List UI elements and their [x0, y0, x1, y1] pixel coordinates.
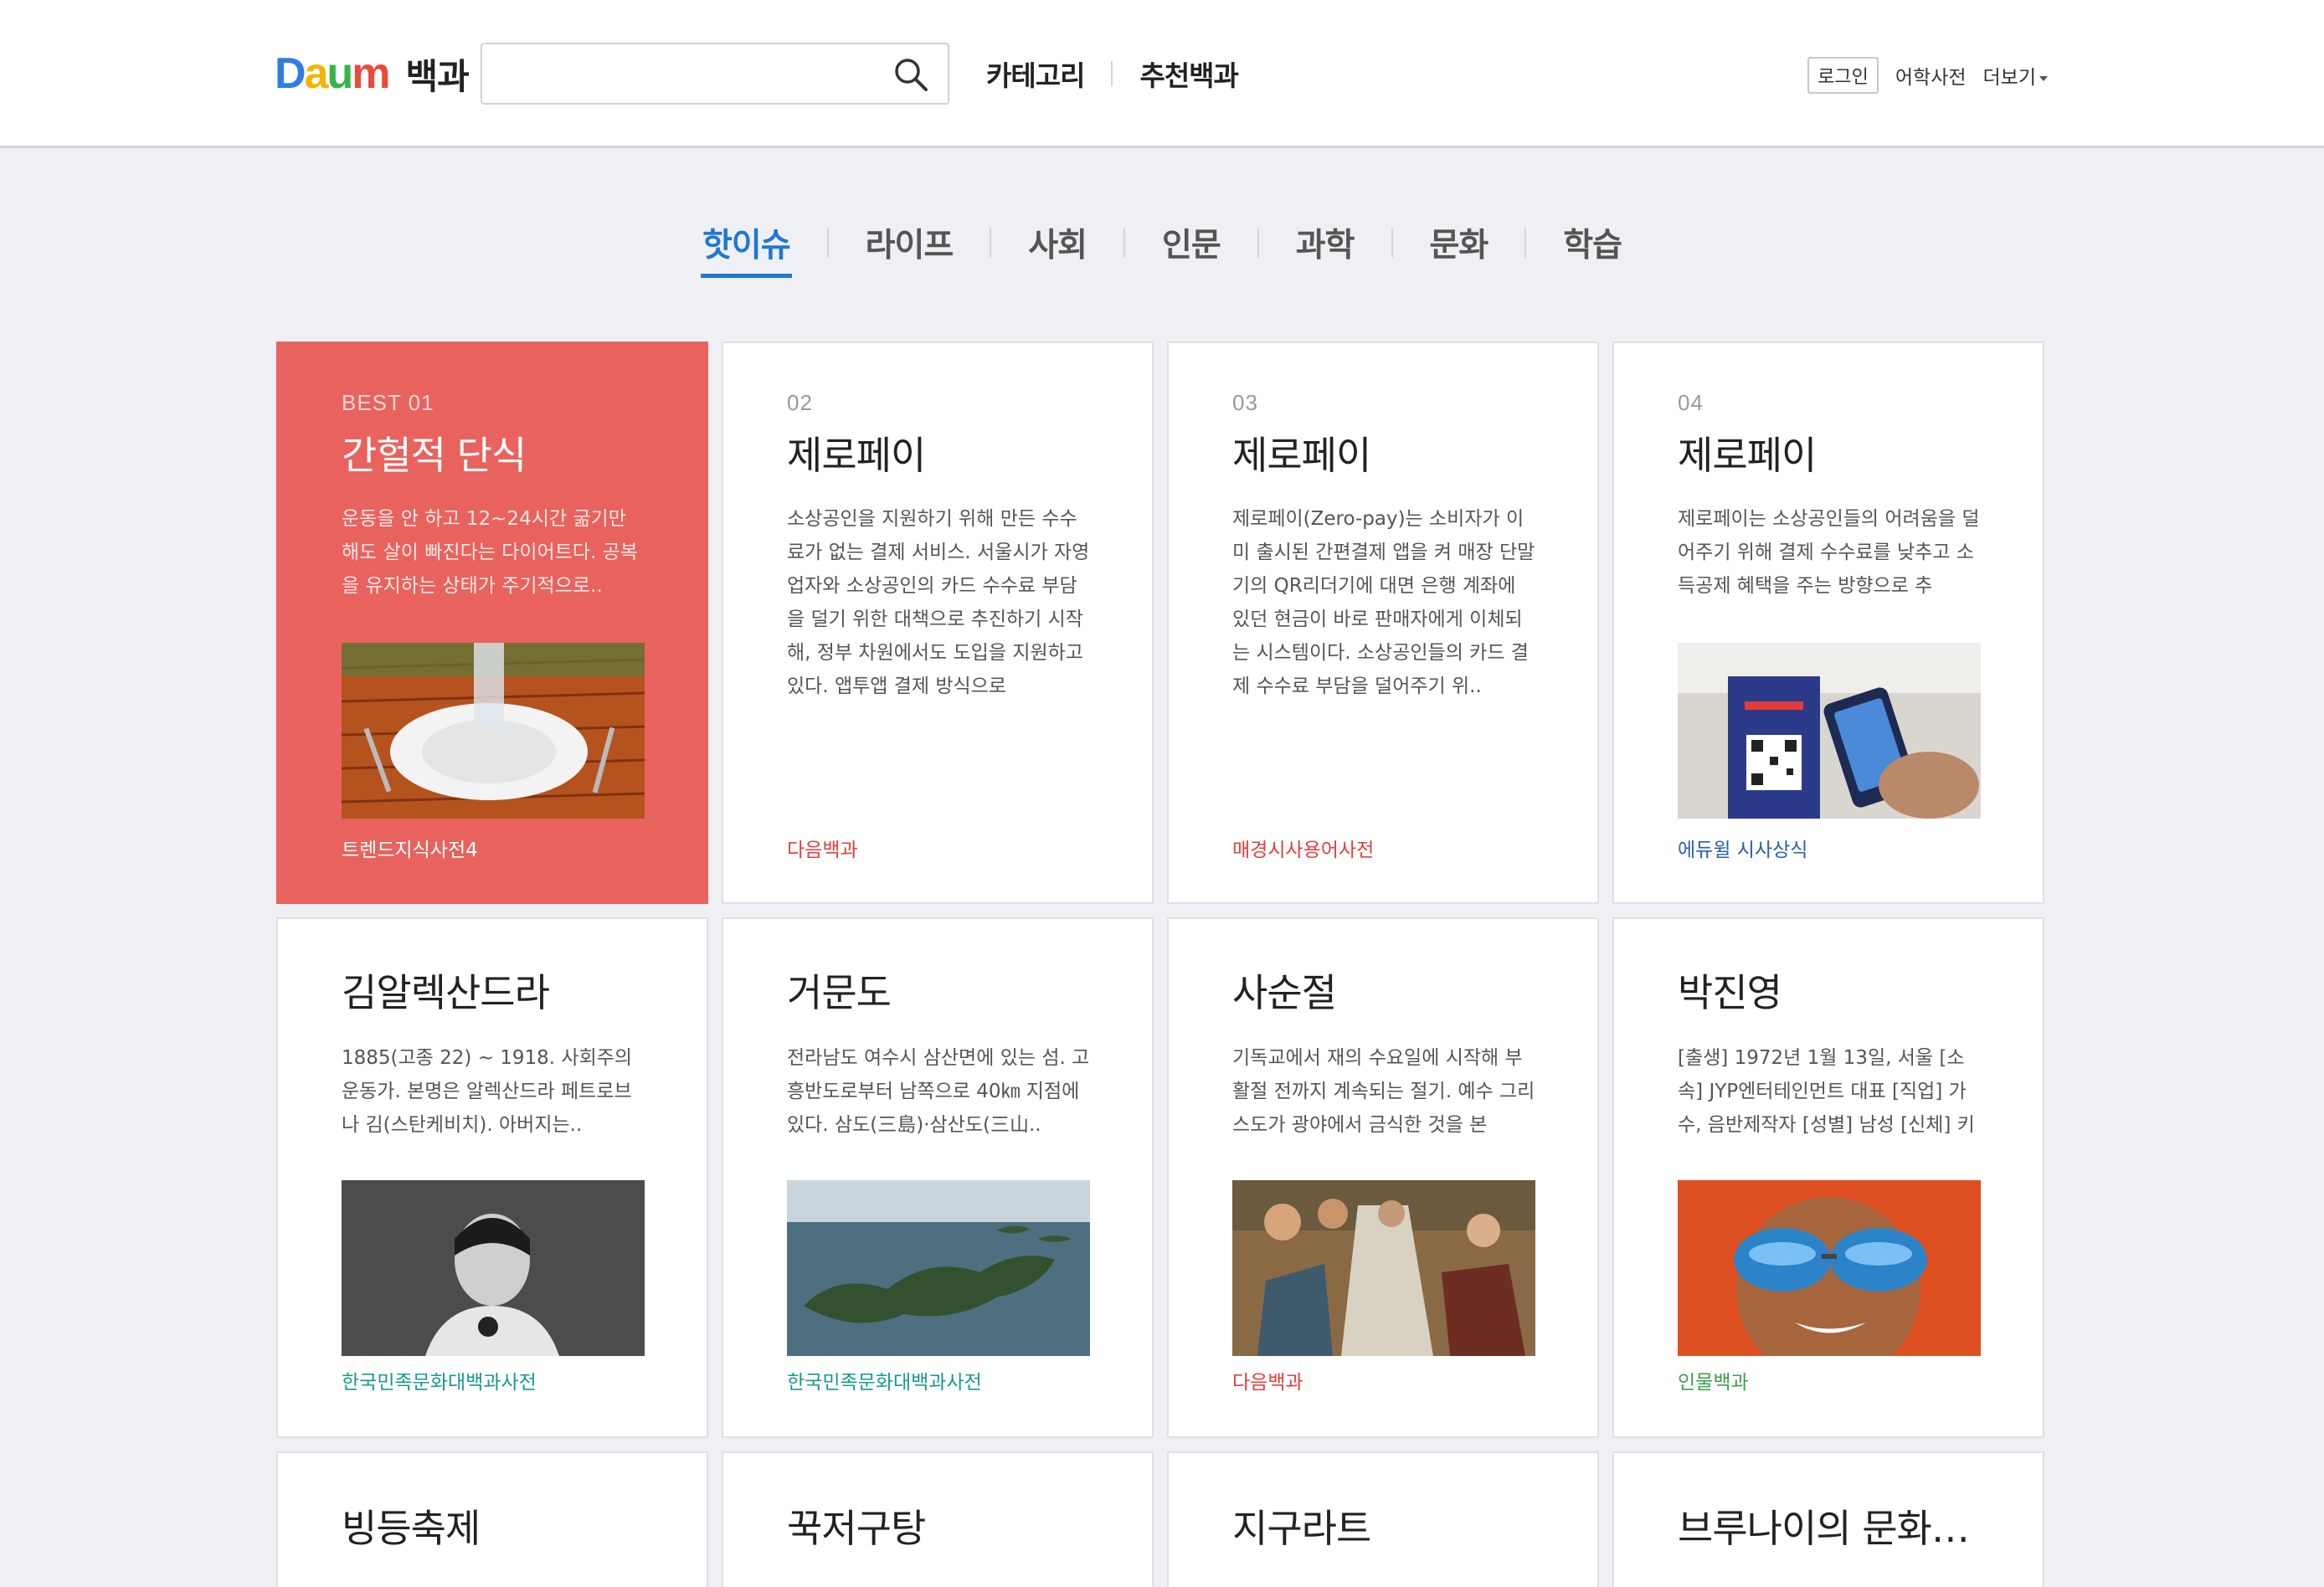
- card-image-portrait: [342, 1180, 645, 1356]
- tab-divider: [1524, 228, 1527, 258]
- card-06[interactable]: 거문도 전라남도 여수시 삼산면에 있는 섬. 고흥반도로부터 남쪽으로 40㎞…: [722, 917, 1154, 1438]
- card-image-plate: [342, 643, 645, 819]
- category-tabs: 핫이슈 라이프 사회 인문 과학 문화 학습: [0, 219, 2324, 278]
- card-03[interactable]: 03 제로페이 제로페이(Zero-pay)는 소비자가 이미 출시된 간편결제…: [1167, 342, 1599, 904]
- tab-humanities[interactable]: 인문: [1162, 219, 1221, 278]
- card-title: 사순절: [1232, 970, 1337, 1015]
- card-image-person: [1678, 1180, 1981, 1356]
- card-12[interactable]: 브루나이의 문화…: [1612, 1451, 2044, 1587]
- card-rank: BEST 01: [342, 390, 434, 415]
- more-label: 더보기: [1982, 67, 2036, 89]
- card-rank: 02: [787, 390, 813, 415]
- card-title: 김알렉산드라: [342, 970, 550, 1015]
- card-08[interactable]: 박진영 [출생] 1972년 1월 13일, 서울 [소속] JYP엔터테인먼트…: [1612, 917, 2044, 1438]
- tab-hot-issue[interactable]: 핫이슈: [700, 219, 792, 278]
- card-source[interactable]: 에듀윌 시사상식: [1678, 834, 1807, 862]
- card-title: 제로페이: [787, 433, 926, 478]
- card-title: 제로페이: [1678, 433, 1817, 478]
- header: D a u m 백과 카테고리 추천백과 로그인 어학사전 더보기: [0, 0, 2324, 148]
- card-source[interactable]: 한국민족문화대백과사전: [342, 1366, 537, 1394]
- nav-recommended[interactable]: 추천백과: [1139, 54, 1238, 94]
- daum-wordmark: D a u m: [275, 49, 391, 99]
- card-rank: 03: [1232, 390, 1258, 415]
- card-04[interactable]: 04 제로페이 제로페이는 소상공인들의 어려움을 덜어주기 위해 결제 수수료…: [1612, 342, 2044, 904]
- logo-letter-a: a: [304, 49, 329, 98]
- card-source[interactable]: 매경시사용어사전: [1232, 834, 1374, 862]
- logo-letter-m: m: [352, 49, 390, 98]
- card-source[interactable]: 인물백과: [1678, 1366, 1749, 1394]
- card-05[interactable]: 김알렉산드라 1885(고종 22) ~ 1918. 사회주의운동가. 본명은 …: [276, 917, 708, 1438]
- card-rank: 04: [1678, 390, 1704, 415]
- nav-category[interactable]: 카테고리: [986, 54, 1085, 94]
- tab-divider: [1391, 228, 1393, 258]
- card-image-qr-payment: [1678, 643, 1981, 819]
- tab-culture[interactable]: 문화: [1430, 219, 1489, 278]
- card-title: 꾹저구탕: [787, 1506, 926, 1551]
- tab-divider: [1257, 228, 1259, 258]
- card-desc: 제로페이(Zero-pay)는 소비자가 이미 출시된 간편결제 앱을 켜 매장…: [1232, 508, 1535, 697]
- logo-letter-d: D: [275, 49, 306, 98]
- logo-letter-u: u: [326, 49, 353, 98]
- card-title: 간헐적 단식: [342, 433, 527, 478]
- card-desc: 1885(고종 22) ~ 1918. 사회주의운동가. 본명은 알렉산드라 페…: [342, 1047, 633, 1136]
- card-desc: 소상공인을 지원하기 위해 만든 수수료가 없는 결제 서비스. 서울시가 자영…: [787, 508, 1090, 697]
- card-desc: 제로페이는 소상공인들의 어려움을 덜어주기 위해 결제 수수료를 낮추고 소득…: [1678, 508, 1980, 597]
- card-11[interactable]: 지구라트: [1167, 1451, 1599, 1587]
- card-image-painting: [1232, 1180, 1535, 1356]
- search-input[interactable]: [497, 53, 874, 95]
- utility-menu: 로그인 어학사전 더보기: [1807, 57, 2048, 94]
- tab-divider: [826, 228, 829, 258]
- login-button[interactable]: 로그인: [1807, 57, 1879, 94]
- card-desc: 운동을 안 하고 12~24시간 굶기만 해도 살이 빠진다는 다이어트다. 공…: [342, 508, 638, 597]
- card-title: 거문도: [787, 970, 892, 1015]
- card-02[interactable]: 02 제로페이 소상공인을 지원하기 위해 만든 수수료가 없는 결제 서비스.…: [722, 342, 1154, 904]
- card-desc: [출생] 1972년 1월 13일, 서울 [소속] JYP엔터테인먼트 대표 …: [1678, 1047, 1975, 1136]
- card-title: 제로페이: [1232, 433, 1371, 478]
- more-menu[interactable]: 더보기: [1983, 61, 2048, 90]
- card-10[interactable]: 꾹저구탕: [722, 1451, 1154, 1587]
- tab-society[interactable]: 사회: [1028, 219, 1087, 278]
- top-nav: 카테고리 추천백과: [986, 54, 1239, 94]
- card-09[interactable]: 빙등축제: [276, 1451, 708, 1587]
- caret-down-icon: [2039, 75, 2048, 81]
- card-source[interactable]: 트렌드지식사전4: [342, 834, 478, 862]
- daum-logo[interactable]: D a u m 백과: [275, 47, 470, 100]
- tab-life[interactable]: 라이프: [866, 219, 954, 278]
- card-title: 브루나이의 문화…: [1678, 1506, 1970, 1551]
- dictionary-link[interactable]: 어학사전: [1895, 61, 1967, 90]
- card-image-island: [787, 1180, 1090, 1356]
- search-icon[interactable]: [892, 56, 929, 93]
- card-source[interactable]: 한국민족문화대백과사전: [787, 1366, 982, 1394]
- card-desc: 기독교에서 재의 수요일에 시작해 부활절 전까지 계속되는 절기. 예수 그리…: [1232, 1047, 1535, 1136]
- card-title: 지구라트: [1232, 1506, 1371, 1551]
- nav-divider: [1111, 61, 1113, 86]
- search-box: [481, 43, 949, 105]
- card-best-01[interactable]: BEST 01 간헐적 단식 운동을 안 하고 12~24시간 굶기만 해도 살…: [276, 342, 708, 904]
- card-07[interactable]: 사순절 기독교에서 재의 수요일에 시작해 부활절 전까지 계속되는 절기. 예…: [1167, 917, 1599, 1438]
- tab-divider: [1123, 228, 1125, 258]
- tab-learning[interactable]: 학습: [1563, 219, 1622, 278]
- card-source[interactable]: 다음백과: [1232, 1366, 1303, 1394]
- card-title: 빙등축제: [342, 1506, 481, 1551]
- tab-divider: [990, 228, 992, 258]
- card-source[interactable]: 다음백과: [787, 834, 858, 862]
- service-title: 백과: [405, 55, 470, 97]
- card-title: 박진영: [1678, 970, 1782, 1015]
- tab-science[interactable]: 과학: [1296, 219, 1355, 278]
- card-desc: 전라남도 여수시 삼산면에 있는 섬. 고흥반도로부터 남쪽으로 40㎞ 지점에…: [787, 1047, 1090, 1136]
